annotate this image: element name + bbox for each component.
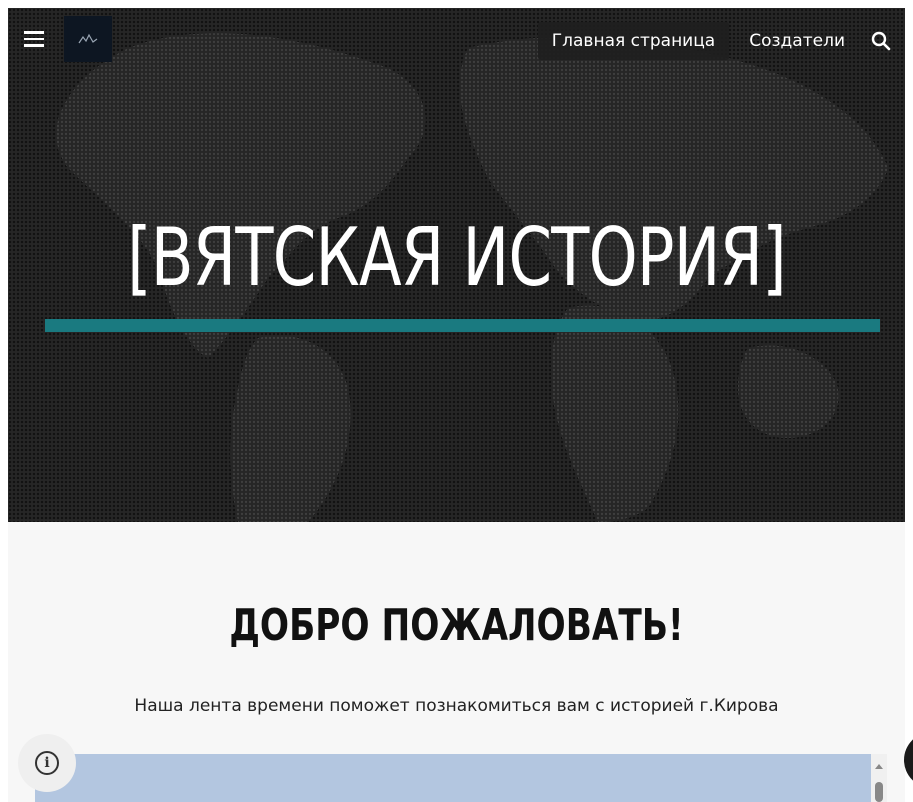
main-nav: Главная страница Создатели bbox=[532, 22, 905, 60]
timeline-embed[interactable] bbox=[35, 754, 887, 802]
hamburger-menu-icon[interactable] bbox=[22, 26, 48, 52]
scroll-thumb[interactable] bbox=[875, 782, 883, 802]
site-logo[interactable] bbox=[64, 16, 112, 62]
nav-item-creators[interactable]: Создатели bbox=[735, 22, 859, 60]
scroll-up-arrow-icon[interactable] bbox=[875, 764, 883, 769]
info-glyph: i bbox=[44, 755, 50, 771]
info-icon: i bbox=[35, 751, 59, 775]
welcome-section: ДОБРО ПОЖАЛОВАТЬ! Наша лента времени пом… bbox=[8, 522, 905, 802]
floating-action-button[interactable] bbox=[904, 732, 913, 788]
nav-item-home[interactable]: Главная страница bbox=[537, 22, 730, 60]
welcome-subtitle: Наша лента времени поможет познакомиться… bbox=[134, 696, 779, 716]
top-navigation-bar: Главная страница Создатели bbox=[8, 8, 905, 70]
welcome-heading: ДОБРО ПОЖАЛОВАТЬ! bbox=[229, 600, 684, 651]
search-icon[interactable] bbox=[861, 23, 901, 59]
info-button[interactable]: i bbox=[18, 734, 76, 792]
logo-mark-icon bbox=[78, 33, 98, 44]
page: Главная страница Создатели [ВЯТСКАЯ ИСТО… bbox=[0, 0, 913, 802]
title-underline-bar bbox=[45, 319, 880, 332]
embed-scrollbar[interactable] bbox=[871, 754, 887, 802]
site-title: [ВЯТСКАЯ ИСТОРИЯ] bbox=[127, 211, 786, 304]
hero-banner: Главная страница Создатели [ВЯТСКАЯ ИСТО… bbox=[8, 8, 905, 522]
